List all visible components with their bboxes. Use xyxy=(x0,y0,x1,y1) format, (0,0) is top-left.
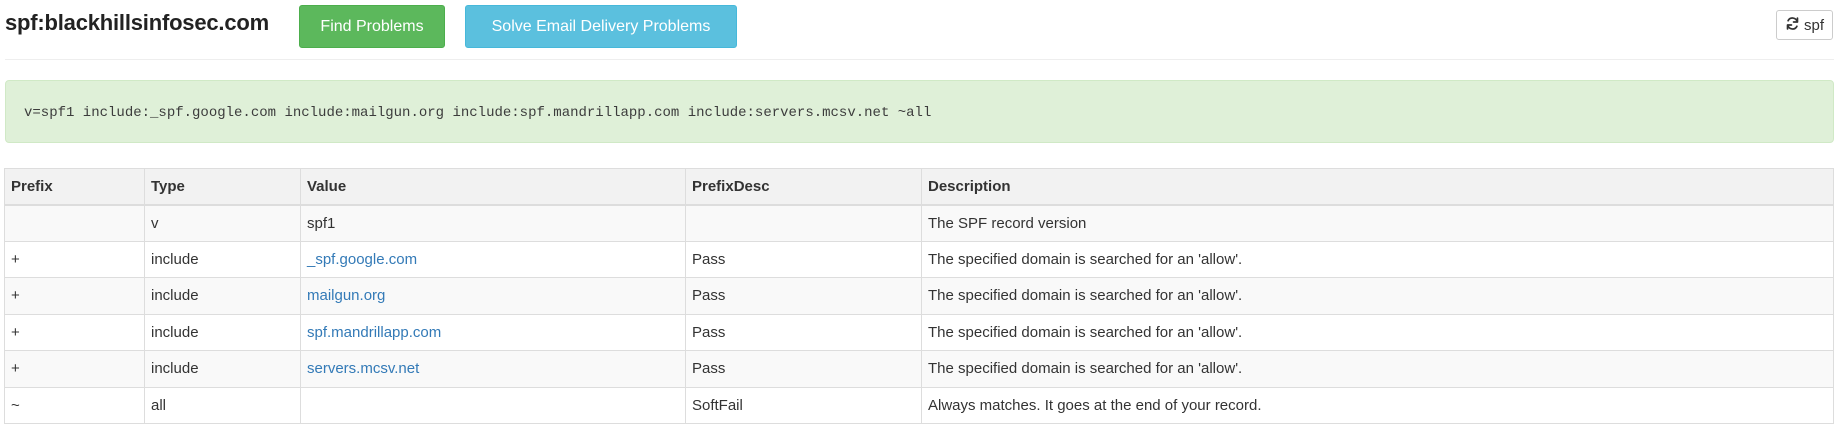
cell-prefixdesc: Pass xyxy=(685,350,922,388)
cell-value: mailgun.org xyxy=(300,277,686,315)
include-link-mandrillapp[interactable]: spf.mandrillapp.com xyxy=(307,324,441,341)
table-row: + include servers.mcsv.net Pass The spec… xyxy=(4,350,1834,388)
table-row: ~ all SoftFail Always matches. It goes a… xyxy=(4,386,1834,424)
cell-description: The specified domain is searched for an … xyxy=(921,313,1834,351)
cell-prefix: ~ xyxy=(4,386,145,424)
column-header-type: Type xyxy=(144,168,301,206)
cell-prefix: + xyxy=(4,313,145,351)
cell-description: The specified domain is searched for an … xyxy=(921,350,1834,388)
spf-results-table: Prefix Type Value PrefixDesc Description… xyxy=(4,168,1834,424)
cell-type: all xyxy=(144,386,301,424)
header-divider xyxy=(5,59,1834,60)
cell-prefixdesc xyxy=(685,204,922,242)
table-header-row: Prefix Type Value PrefixDesc Description xyxy=(4,168,1834,206)
cell-value: _spf.google.com xyxy=(300,240,686,278)
cell-description: The SPF record version xyxy=(921,204,1834,242)
table-row: + include mailgun.org Pass The specified… xyxy=(4,277,1834,315)
cell-type: include xyxy=(144,277,301,315)
column-header-value: Value xyxy=(300,168,686,206)
cell-description: The specified domain is searched for an … xyxy=(921,277,1834,315)
table-row: v spf1 The SPF record version xyxy=(4,204,1834,242)
cell-prefix: + xyxy=(4,240,145,278)
cell-prefix xyxy=(4,204,145,242)
cell-value: servers.mcsv.net xyxy=(300,350,686,388)
refresh-spf-label: spf xyxy=(1803,16,1824,34)
cell-value xyxy=(300,386,686,424)
page-header: spf:blackhillsinfosec.com Find Problems … xyxy=(0,0,1841,60)
cell-prefix: + xyxy=(4,350,145,388)
column-header-prefix: Prefix xyxy=(4,168,145,206)
refresh-icon xyxy=(1785,16,1800,35)
cell-type: include xyxy=(144,240,301,278)
include-link-spf-google[interactable]: _spf.google.com xyxy=(307,251,417,268)
refresh-spf-button[interactable]: spf xyxy=(1776,10,1833,40)
find-problems-button[interactable]: Find Problems xyxy=(299,5,445,48)
cell-type: include xyxy=(144,350,301,388)
include-link-mcsv[interactable]: servers.mcsv.net xyxy=(307,360,419,377)
spf-record-text: v=spf1 include:_spf.google.com include:m… xyxy=(24,105,932,121)
cell-prefixdesc: Pass xyxy=(685,240,922,278)
table-row: + include _spf.google.com Pass The speci… xyxy=(4,240,1834,278)
cell-prefixdesc: Pass xyxy=(685,277,922,315)
spf-record-box: v=spf1 include:_spf.google.com include:m… xyxy=(5,80,1834,143)
column-header-prefixdesc: PrefixDesc xyxy=(685,168,922,206)
page-title: spf:blackhillsinfosec.com xyxy=(5,10,269,35)
column-header-description: Description xyxy=(921,168,1834,206)
cell-value: spf.mandrillapp.com xyxy=(300,313,686,351)
cell-prefixdesc: Pass xyxy=(685,313,922,351)
solve-email-delivery-button[interactable]: Solve Email Delivery Problems xyxy=(465,5,737,48)
cell-prefix: + xyxy=(4,277,145,315)
cell-value: spf1 xyxy=(300,204,686,242)
include-link-mailgun[interactable]: mailgun.org xyxy=(307,287,385,304)
cell-type: include xyxy=(144,313,301,351)
cell-description: The specified domain is searched for an … xyxy=(921,240,1834,278)
table-row: + include spf.mandrillapp.com Pass The s… xyxy=(4,313,1834,351)
cell-prefixdesc: SoftFail xyxy=(685,386,922,424)
cell-description: Always matches. It goes at the end of yo… xyxy=(921,386,1834,424)
cell-type: v xyxy=(144,204,301,242)
